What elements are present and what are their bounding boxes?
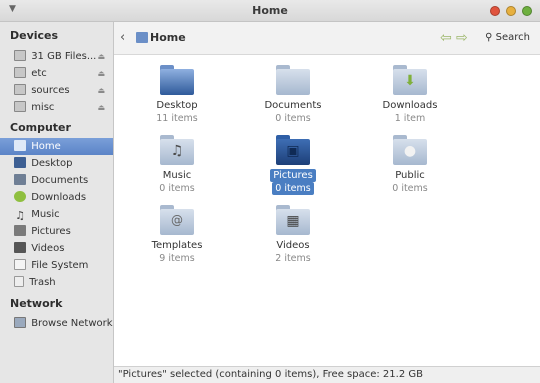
file-item-public[interactable]: ● Public 0 items (370, 135, 450, 195)
network-icon (14, 317, 26, 328)
maximize-icon[interactable] (522, 6, 532, 16)
sidebar-item-documents[interactable]: Documents (0, 172, 113, 189)
pictures-icon (14, 225, 26, 236)
public-folder-icon: ● (393, 135, 427, 165)
drive-icon (14, 84, 26, 95)
sidebar-item-label: Browse Network (31, 318, 113, 329)
sidebar-item-label: Videos (31, 243, 65, 254)
search-button[interactable]: ⚲ Search (485, 32, 530, 43)
file-item-music[interactable]: ♫ Music 0 items (137, 135, 217, 195)
minimize-icon[interactable] (506, 6, 516, 16)
file-item-documents[interactable]: Documents 0 items (253, 65, 333, 125)
desktop-folder-icon (160, 65, 194, 95)
file-name: Desktop (156, 100, 198, 111)
pictures-folder-icon: ▣ (276, 135, 310, 165)
eject-icon[interactable]: ⏏ (97, 99, 105, 116)
music-folder-icon: ♫ (160, 135, 194, 165)
file-count: 0 items (272, 182, 314, 195)
documents-folder-icon (276, 65, 310, 95)
sidebar-item-downloads[interactable]: Downloads (0, 189, 113, 206)
search-label: Search (495, 32, 530, 43)
file-view: Desktop 11 items Documents 0 items ⬇ Dow… (114, 55, 540, 366)
home-icon (136, 32, 148, 43)
sidebar-item-desktop[interactable]: Desktop (0, 155, 113, 172)
sidebar-item-label: etc (31, 68, 47, 79)
sidebar-item-etc[interactable]: etc ⏏ (0, 65, 113, 82)
file-count: 0 items (275, 113, 311, 124)
sidebar-item-sources[interactable]: sources ⏏ (0, 82, 113, 99)
eject-icon[interactable]: ⏏ (97, 82, 105, 99)
file-count: 1 item (394, 113, 426, 124)
network-heading: Network (10, 297, 63, 310)
file-count: 0 items (159, 183, 195, 194)
templates-folder-icon: @ (160, 205, 194, 235)
sidebar-item-videos[interactable]: Videos (0, 240, 113, 257)
videos-icon (14, 242, 26, 253)
back-icon[interactable]: ‹ (120, 30, 125, 45)
drive-icon (14, 101, 26, 112)
title-bar: ▼ Home (0, 0, 540, 22)
sidebar-item-label: Home (31, 141, 61, 152)
sidebar-item-file-system[interactable]: File System (0, 257, 113, 274)
filesystem-icon (14, 259, 26, 270)
nav-back-arrow-icon[interactable]: ⇦ (440, 30, 452, 46)
sidebar-item-browse-network[interactable]: Browse Network (0, 315, 113, 332)
sidebar-item-pictures[interactable]: Pictures (0, 223, 113, 240)
drive-icon (14, 67, 26, 78)
file-name: Templates (151, 240, 203, 251)
sidebar: Devices 31 GB Files... ⏏ etc ⏏ sources ⏏… (0, 22, 114, 383)
sidebar-item-label: File System (31, 260, 89, 271)
breadcrumb-label: Home (150, 31, 186, 44)
sidebar-item-home[interactable]: Home (0, 138, 113, 155)
file-item-desktop[interactable]: Desktop 11 items (137, 65, 217, 125)
file-count: 2 items (275, 253, 311, 264)
file-name: Downloads (382, 100, 438, 111)
window-title: Home (252, 4, 288, 17)
breadcrumb-home[interactable]: Home (136, 31, 186, 44)
drive-icon (14, 50, 26, 61)
file-name: Documents (264, 100, 322, 111)
sidebar-item-label: Desktop (31, 158, 73, 169)
file-item-videos[interactable]: ▦ Videos 2 items (253, 205, 333, 265)
file-name: Videos (276, 240, 310, 251)
sidebar-item-misc[interactable]: misc ⏏ (0, 99, 113, 116)
file-count: 0 items (392, 183, 428, 194)
file-name: Music (162, 170, 192, 181)
sidebar-item-label: Pictures (31, 226, 71, 237)
music-icon: ♫ (15, 209, 25, 222)
computer-heading: Computer (10, 121, 71, 134)
home-icon (14, 140, 26, 151)
downloads-folder-icon: ⬇ (393, 65, 427, 95)
documents-icon (14, 174, 26, 185)
sidebar-item-music[interactable]: ♫ Music (0, 206, 113, 223)
file-item-pictures[interactable]: ▣ Pictures 0 items (253, 135, 333, 195)
file-count: 11 items (156, 113, 198, 124)
sidebar-item-label: Music (31, 209, 60, 220)
sidebar-item-trash[interactable]: Trash (0, 274, 113, 291)
eject-icon[interactable]: ⏏ (97, 48, 105, 65)
file-item-templates[interactable]: @ Templates 9 items (137, 205, 217, 265)
nav-forward-arrow-icon[interactable]: ⇨ (456, 30, 468, 46)
sidebar-item-label: 31 GB Files... (31, 51, 97, 62)
sidebar-item-label: sources (31, 85, 70, 96)
file-name: Pictures (270, 169, 316, 182)
status-bar: "Pictures" selected (containing 0 items)… (114, 366, 540, 383)
downloads-icon (14, 191, 26, 202)
trash-icon (14, 276, 24, 287)
videos-folder-icon: ▦ (276, 205, 310, 235)
sidebar-item-label: Trash (29, 277, 56, 288)
toolbar: ‹ Home ⇦ ⇨ ⚲ Search (114, 22, 540, 55)
sidebar-item-label: misc (31, 102, 55, 113)
search-icon: ⚲ (485, 32, 493, 43)
file-name: Public (395, 170, 425, 181)
sidebar-item-label: Documents (31, 175, 89, 186)
devices-heading: Devices (10, 29, 59, 42)
sidebar-item-label: Downloads (31, 192, 87, 203)
desktop-icon (14, 157, 26, 168)
file-item-downloads[interactable]: ⬇ Downloads 1 item (370, 65, 450, 125)
file-count: 9 items (159, 253, 195, 264)
eject-icon[interactable]: ⏏ (97, 65, 105, 82)
close-icon[interactable] (490, 6, 500, 16)
sidebar-item-31gb-files[interactable]: 31 GB Files... ⏏ (0, 48, 113, 65)
